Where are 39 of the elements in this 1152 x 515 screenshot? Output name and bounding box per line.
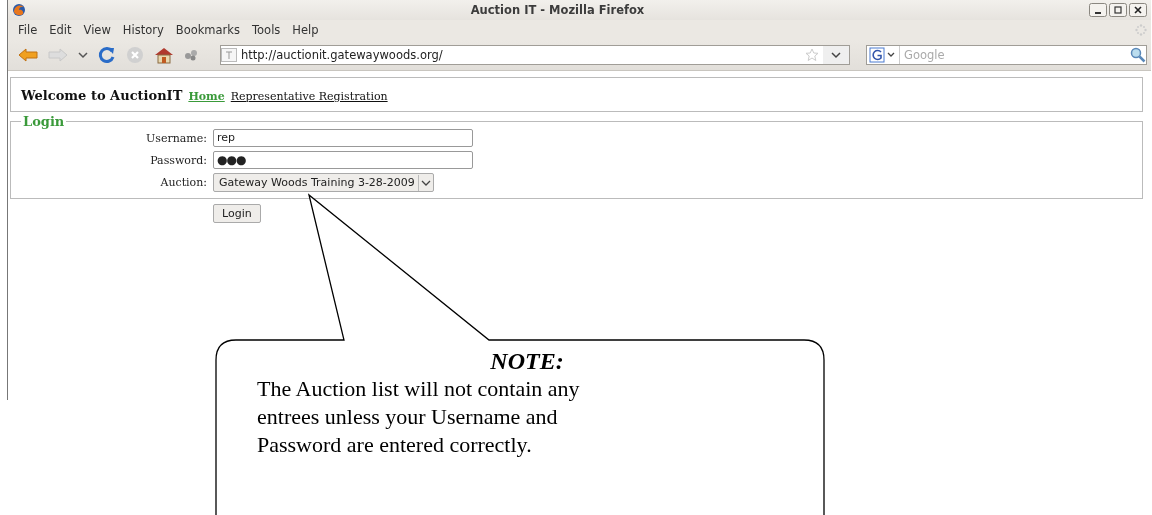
menu-item[interactable]: Bookmarks xyxy=(175,23,240,37)
field-label: Username: xyxy=(146,131,207,145)
url-text: http://auctionit.gatewaywoods.org/ xyxy=(241,48,443,62)
nav-link[interactable]: Representative Registration xyxy=(230,90,388,103)
address-field[interactable]: http://auctionit.gatewaywoods.org/ xyxy=(220,45,850,65)
menu-item[interactable]: File xyxy=(18,23,38,37)
password-field[interactable]: ●●● xyxy=(213,151,473,169)
close-icon[interactable] xyxy=(1129,3,1147,17)
home-icon[interactable] xyxy=(154,46,174,64)
menu-item[interactable]: History xyxy=(122,23,164,37)
caret-icon[interactable] xyxy=(78,51,88,59)
page-heading: Welcome to AuctionIT xyxy=(21,88,183,103)
note-title: NOTE: xyxy=(489,347,565,375)
throbber-icon xyxy=(1135,24,1147,36)
window-title: Auction IT - Mozilla Firefox xyxy=(469,3,646,17)
menu-item[interactable]: Tools xyxy=(252,23,281,37)
login-legend: Login xyxy=(21,114,67,129)
auction-dropdown[interactable]: Gateway Woods Training 3-28-2009 xyxy=(213,173,434,192)
menu-item[interactable]: View xyxy=(83,23,111,37)
minimize-icon[interactable] xyxy=(1089,3,1107,17)
stop-icon xyxy=(126,46,144,64)
field-label: Password: xyxy=(150,153,207,167)
back-arrow-icon[interactable] xyxy=(18,48,38,62)
caret-icon[interactable] xyxy=(417,174,433,191)
maximize-icon[interactable] xyxy=(1109,3,1127,17)
cluster-icon[interactable] xyxy=(184,49,198,61)
nav-link[interactable]: Home xyxy=(188,90,225,103)
menu-item[interactable]: Edit xyxy=(49,23,72,37)
field-label: Auction: xyxy=(160,176,207,189)
login-button[interactable]: Login xyxy=(213,204,261,223)
reload-icon[interactable] xyxy=(98,46,116,64)
menu-item[interactable]: Help xyxy=(292,23,319,37)
star-icon[interactable] xyxy=(805,48,819,62)
site-icon xyxy=(221,48,237,62)
forward-arrow-icon xyxy=(48,48,68,62)
username-field[interactable]: rep xyxy=(213,129,473,147)
note-text: The Auction list will not contain any entrees unless your Username and Password are entered correctly. xyxy=(257,375,581,459)
dropdown-caret-icon[interactable] xyxy=(823,46,849,64)
search-icon[interactable] xyxy=(1130,47,1146,63)
